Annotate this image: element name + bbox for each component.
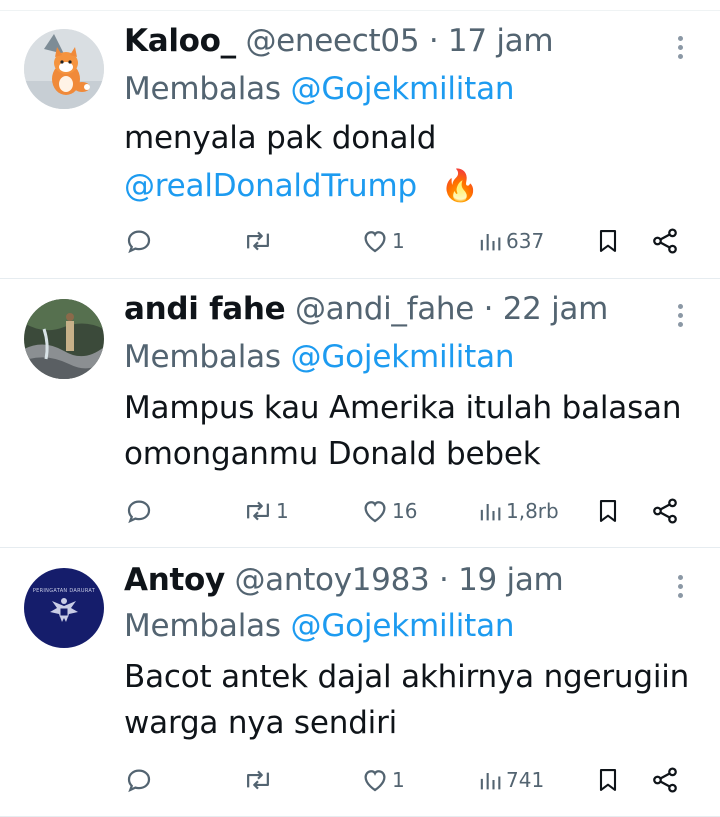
- like-count: 16: [392, 499, 418, 523]
- reply-button[interactable]: [124, 221, 156, 261]
- views-count: 637: [506, 229, 545, 253]
- retweet-button[interactable]: [242, 760, 276, 800]
- like-button[interactable]: 16: [360, 491, 417, 531]
- replying-to: Membalas @Gojekmilitan: [124, 339, 515, 375]
- heart-icon: [364, 231, 386, 253]
- fox-plush-icon: [24, 29, 104, 109]
- avatar[interactable]: [24, 299, 104, 379]
- tweet-text-line: omonganmu Donald bebek: [124, 436, 541, 472]
- timestamp[interactable]: · 22 jam: [484, 291, 609, 327]
- retweet-icon: [247, 501, 269, 521]
- tweet-text-line: warga nya sendiri: [124, 705, 398, 741]
- replying-prefix: Membalas: [124, 608, 281, 644]
- views-chart-icon: [480, 773, 501, 790]
- replying-prefix: Membalas: [124, 71, 281, 107]
- top-divider: [0, 0, 720, 11]
- like-count: 1: [392, 229, 405, 253]
- timestamp[interactable]: · 19 jam: [439, 562, 564, 598]
- action-bar: 1 637: [124, 221, 684, 261]
- heart-icon: [364, 770, 386, 792]
- bookmark-icon: [599, 230, 617, 252]
- like-button[interactable]: 1: [360, 221, 405, 261]
- garuda-emblem-icon: [24, 568, 104, 648]
- share-icon: [653, 767, 677, 793]
- views-count: 741: [506, 768, 545, 792]
- replying-to: Membalas @Gojekmilitan: [124, 608, 515, 644]
- replying-prefix: Membalas: [124, 339, 281, 375]
- reply-icon: [127, 230, 151, 254]
- views-button[interactable]: 741: [476, 760, 544, 800]
- timestamp[interactable]: · 17 jam: [429, 23, 554, 59]
- more-options-icon[interactable]: [670, 301, 690, 331]
- retweet-count: 1: [276, 499, 289, 523]
- views-chart-icon: [480, 504, 501, 521]
- reply-icon: [127, 769, 151, 793]
- avatar[interactable]: PERINGATAN DARURAT: [24, 568, 104, 648]
- fire-emoji: 🔥: [440, 168, 480, 204]
- bookmark-button[interactable]: [594, 221, 622, 261]
- tweet-text: Bacot antek dajal akhirnya ngerugiin war…: [124, 654, 689, 746]
- mention-link[interactable]: @realDonaldTrump: [124, 168, 417, 204]
- tweet-text-line: Bacot antek dajal akhirnya ngerugiin: [124, 659, 690, 695]
- handle[interactable]: @antoy1983: [234, 562, 429, 598]
- views-chart-icon: [480, 234, 501, 251]
- reply-button[interactable]: [124, 760, 156, 800]
- tweet-text-line: menyala pak donald: [124, 120, 437, 156]
- tweet-header: Kaloo_ @eneect05 · 17 jam: [124, 23, 554, 59]
- action-bar: 1 16 1,8rb: [124, 491, 684, 531]
- avatar[interactable]: [24, 29, 104, 109]
- more-options-icon[interactable]: [670, 33, 690, 63]
- tweet-card[interactable]: andi fahe @andi_fahe · 22 jam Membalas @…: [0, 279, 720, 548]
- reply-mention-link[interactable]: @Gojekmilitan: [291, 608, 515, 644]
- retweet-icon: [247, 770, 269, 790]
- bookmark-button[interactable]: [594, 491, 622, 531]
- views-count: 1,8rb: [506, 499, 559, 523]
- tweet-header: andi fahe @andi_fahe · 22 jam: [124, 291, 608, 327]
- retweet-button[interactable]: [242, 221, 276, 261]
- bookmark-icon: [599, 769, 617, 791]
- tweet-card[interactable]: PERINGATAN DARURAT Antoy @antoy1983 · 19…: [0, 548, 720, 817]
- views-button[interactable]: 637: [476, 221, 544, 261]
- waterfall-photo-icon: [24, 299, 104, 379]
- display-name[interactable]: Kaloo_: [124, 23, 236, 59]
- retweet-button[interactable]: 1: [242, 491, 289, 531]
- retweet-icon: [247, 231, 269, 251]
- display-name[interactable]: andi fahe: [124, 291, 286, 327]
- tweet-card[interactable]: Kaloo_ @eneect05 · 17 jam Membalas @Goje…: [0, 11, 720, 279]
- display-name[interactable]: Antoy: [124, 562, 225, 598]
- bookmark-icon: [599, 500, 617, 522]
- share-icon: [653, 228, 677, 254]
- action-bar: 1 741: [124, 760, 684, 800]
- views-button[interactable]: 1,8rb: [476, 491, 559, 531]
- share-button[interactable]: [650, 491, 680, 531]
- reply-icon: [127, 500, 151, 524]
- bookmark-button[interactable]: [594, 760, 622, 800]
- handle[interactable]: @andi_fahe: [295, 291, 474, 327]
- reply-button[interactable]: [124, 491, 156, 531]
- like-count: 1: [392, 768, 405, 792]
- share-button[interactable]: [650, 760, 680, 800]
- replying-to: Membalas @Gojekmilitan: [124, 71, 515, 107]
- like-button[interactable]: 1: [360, 760, 405, 800]
- reply-mention-link[interactable]: @Gojekmilitan: [291, 339, 515, 375]
- share-icon: [653, 498, 677, 524]
- tweet-header: Antoy @antoy1983 · 19 jam: [124, 562, 564, 598]
- more-options-icon[interactable]: [670, 572, 690, 602]
- avatar-caption: PERINGATAN DARURAT: [32, 588, 96, 594]
- tweet-text: Mampus kau Amerika itulah balasan omonga…: [124, 385, 681, 477]
- heart-icon: [364, 501, 386, 523]
- tweet-text: menyala pak donald @realDonaldTrump 🔥: [124, 115, 479, 209]
- handle[interactable]: @eneect05: [245, 23, 419, 59]
- share-button[interactable]: [650, 221, 680, 261]
- tweet-text-line: Mampus kau Amerika itulah balasan: [124, 390, 682, 426]
- reply-mention-link[interactable]: @Gojekmilitan: [291, 71, 515, 107]
